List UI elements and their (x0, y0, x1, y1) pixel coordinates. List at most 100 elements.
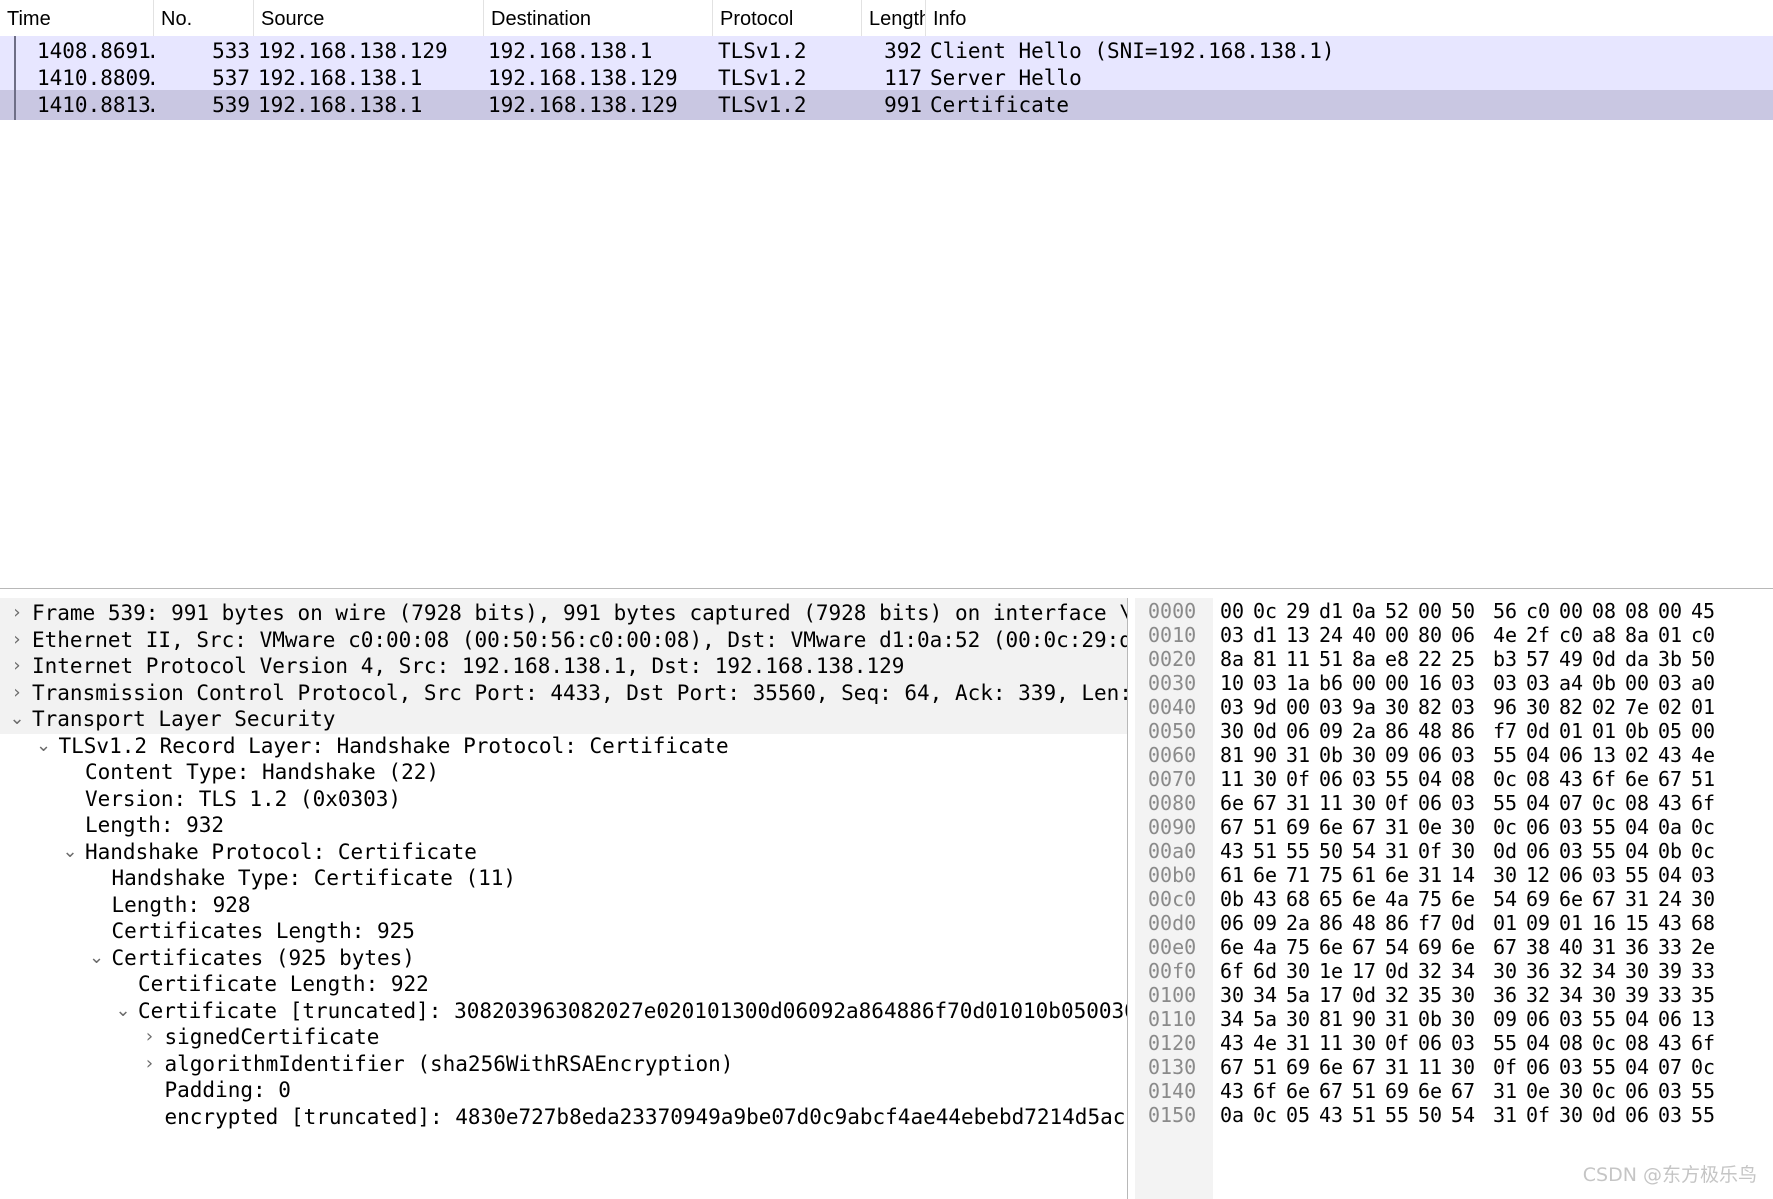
hex-byte[interactable]: 30 (1352, 1030, 1376, 1057)
hex-byte[interactable]: 03 (1559, 838, 1583, 865)
packet-bytes-pane[interactable]: 0000 00 0c 29 d1 0a 52 00 50 56 c0 00 08 08 00 45 0010 03… (1135, 598, 1773, 1199)
hex-byte[interactable]: 52 (1385, 598, 1409, 625)
hex-byte[interactable]: 6f (1691, 790, 1715, 817)
hex-byte[interactable]: 0c (1592, 1078, 1616, 1105)
hex-byte[interactable]: 06 (1559, 742, 1583, 769)
hex-byte[interactable]: 6e (1286, 1078, 1310, 1105)
hex-byte[interactable]: 06 (1526, 1054, 1550, 1081)
hex-byte[interactable]: 69 (1286, 1054, 1310, 1081)
hex-byte[interactable]: 11 (1418, 1054, 1442, 1081)
hex-byte[interactable]: 11 (1220, 766, 1244, 793)
hex-byte[interactable]: a8 (1592, 622, 1616, 649)
hex-byte[interactable]: 31 (1385, 838, 1409, 865)
hex-byte[interactable]: 06 (1559, 862, 1583, 889)
tree-item[interactable]: Length: 932 (0, 810, 1127, 840)
tree-item[interactable]: Certificate Length: 922 (0, 969, 1127, 999)
hex-byte[interactable]: 82 (1418, 694, 1442, 721)
expand-arrow-icon[interactable]: ⌄ (8, 704, 26, 734)
hex-byte[interactable]: 51 (1253, 814, 1277, 841)
hex-byte[interactable]: 04 (1625, 838, 1649, 865)
hex-byte[interactable]: 0e (1418, 814, 1442, 841)
hex-byte[interactable]: 25 (1451, 646, 1475, 673)
hex-byte[interactable]: 68 (1691, 910, 1715, 937)
column-header-destination[interactable]: Destination (484, 0, 713, 36)
hex-byte[interactable]: 30 (1385, 694, 1409, 721)
hex-byte[interactable]: 03 (1559, 814, 1583, 841)
hex-byte[interactable]: 61 (1220, 862, 1244, 889)
hex-byte[interactable]: 34 (1592, 958, 1616, 985)
hex-byte[interactable]: 39 (1658, 958, 1682, 985)
hex-byte[interactable]: f7 (1493, 718, 1517, 745)
expand-arrow-icon[interactable]: ⌄ (114, 996, 132, 1026)
column-header-no[interactable]: No. (154, 0, 254, 36)
hex-byte[interactable]: 81 (1220, 742, 1244, 769)
hex-byte[interactable]: 86 (1385, 718, 1409, 745)
hex-byte[interactable]: 75 (1286, 934, 1310, 961)
tree-item[interactable]: ⌄ Certificate [truncated]: 30820396308202… (0, 996, 1127, 1026)
expand-arrow-icon[interactable]: ⌄ (35, 731, 53, 761)
hex-byte[interactable]: 43 (1220, 1078, 1244, 1105)
hex-byte[interactable]: 09 (1493, 1006, 1517, 1033)
hex-byte[interactable]: 34 (1253, 982, 1277, 1009)
tree-item[interactable]: Handshake Type: Certificate (11) (0, 863, 1127, 893)
hex-byte[interactable]: 00 (1418, 598, 1442, 625)
hex-byte[interactable]: 07 (1559, 790, 1583, 817)
hex-byte[interactable]: 43 (1658, 742, 1682, 769)
hex-byte[interactable]: 04 (1625, 1006, 1649, 1033)
hex-byte[interactable]: 04 (1658, 862, 1682, 889)
hex-byte[interactable]: 00 (1352, 670, 1376, 697)
hex-byte[interactable]: 30 (1220, 982, 1244, 1009)
hex-byte[interactable]: 32 (1418, 958, 1442, 985)
hex-byte[interactable]: 6e (1559, 886, 1583, 913)
hex-byte[interactable]: 31 (1286, 1030, 1310, 1057)
hex-byte[interactable]: 06 (1625, 1078, 1649, 1105)
hex-byte[interactable]: 82 (1559, 694, 1583, 721)
expand-arrow-icon[interactable]: ⌄ (88, 943, 106, 973)
hex-byte[interactable]: 43 (1658, 790, 1682, 817)
hex-byte[interactable]: 24 (1319, 622, 1343, 649)
hex-byte[interactable]: b6 (1319, 670, 1343, 697)
hex-byte[interactable]: 30 (1559, 1102, 1583, 1129)
hex-byte[interactable]: 6f (1220, 958, 1244, 985)
hex-byte[interactable]: c0 (1691, 622, 1715, 649)
hex-byte[interactable]: 51 (1319, 646, 1343, 673)
hex-byte[interactable]: 08 (1625, 1030, 1649, 1057)
hex-byte[interactable]: 31 (1625, 886, 1649, 913)
hex-byte[interactable]: 36 (1625, 934, 1649, 961)
hex-byte[interactable]: 14 (1451, 862, 1475, 889)
hex-byte[interactable]: 01 (1559, 718, 1583, 745)
hex-byte[interactable]: 11 (1319, 1030, 1343, 1057)
hex-byte[interactable]: 6f (1253, 1078, 1277, 1105)
hex-byte[interactable]: 16 (1592, 910, 1616, 937)
hex-byte[interactable]: 0d (1592, 1102, 1616, 1129)
hex-byte[interactable]: 12 (1526, 862, 1550, 889)
hex-byte[interactable]: 54 (1385, 934, 1409, 961)
hex-byte[interactable]: 6e (1352, 886, 1376, 913)
hex-byte[interactable]: 0d (1352, 982, 1376, 1009)
hex-byte[interactable]: 03 (1451, 694, 1475, 721)
tree-item[interactable]: › algorithmIdentifier (sha256WithRSAEncry… (0, 1049, 1127, 1079)
hex-byte[interactable]: 48 (1352, 910, 1376, 937)
hex-byte[interactable]: 0f (1526, 1102, 1550, 1129)
collapse-arrow-icon[interactable]: › (8, 651, 26, 681)
hex-byte[interactable]: 67 (1319, 1078, 1343, 1105)
hex-byte[interactable]: 2a (1286, 910, 1310, 937)
hex-byte[interactable]: 09 (1385, 742, 1409, 769)
tree-item[interactable]: ⌄ Transport Layer Security (0, 704, 1127, 734)
hex-byte[interactable]: 31 (1385, 1054, 1409, 1081)
hex-byte[interactable]: c0 (1559, 622, 1583, 649)
hex-byte[interactable]: 30 (1352, 790, 1376, 817)
hex-byte[interactable]: 54 (1451, 1102, 1475, 1129)
hex-byte[interactable]: 81 (1319, 1006, 1343, 1033)
hex-byte[interactable]: 43 (1658, 1030, 1682, 1057)
hex-byte[interactable]: 03 (1451, 790, 1475, 817)
hex-byte[interactable]: e8 (1385, 646, 1409, 673)
hex-byte[interactable]: 43 (1220, 1030, 1244, 1057)
hex-byte[interactable]: 06 (1418, 790, 1442, 817)
column-header-info[interactable]: Info (926, 0, 1773, 36)
hex-byte[interactable]: 13 (1286, 622, 1310, 649)
hex-byte[interactable]: 35 (1691, 982, 1715, 1009)
hex-byte[interactable]: 31 (1385, 1006, 1409, 1033)
hex-byte[interactable]: 50 (1691, 646, 1715, 673)
hex-byte[interactable]: 06 (1526, 1006, 1550, 1033)
